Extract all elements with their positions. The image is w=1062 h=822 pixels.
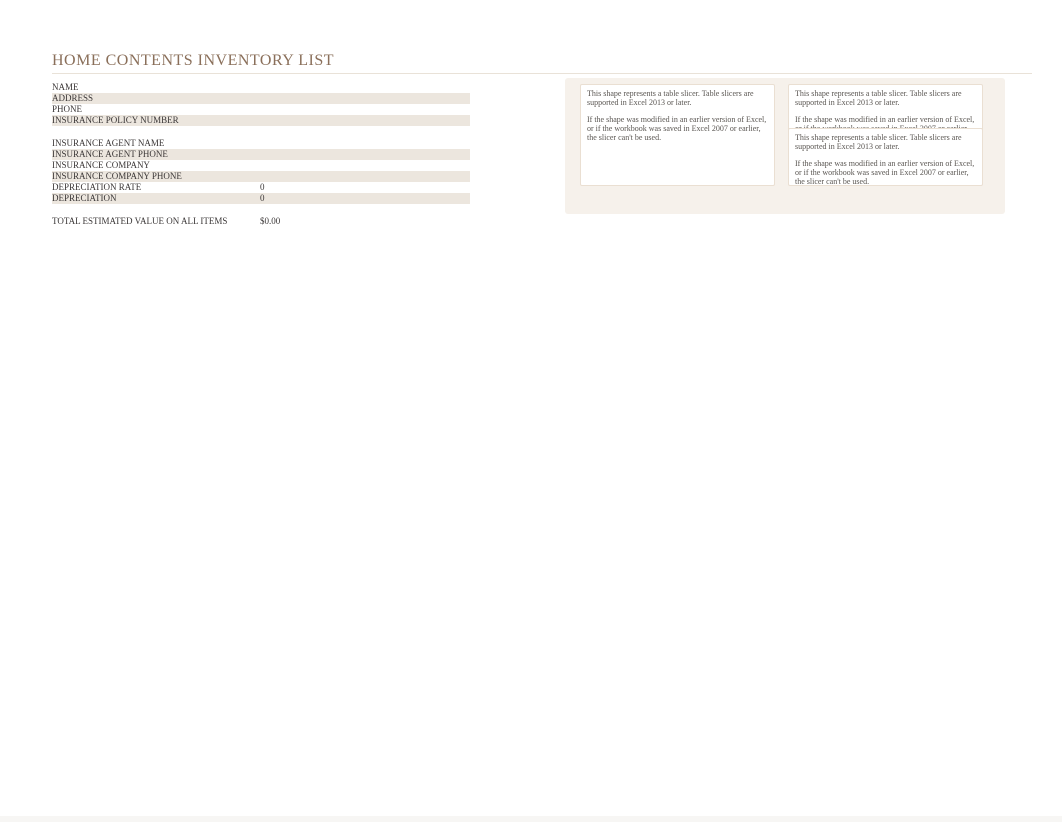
- table-row: DEPRECIATION 0: [52, 193, 470, 204]
- table-row: INSURANCE COMPANY PHONE: [52, 171, 470, 182]
- row-gap: [52, 126, 470, 138]
- title-underline: [52, 73, 1032, 74]
- table-row: INSURANCE AGENT NAME: [52, 138, 470, 149]
- row-label: DEPRECIATION: [52, 193, 260, 204]
- table-row: NAME: [52, 82, 470, 93]
- row-value: $0.00: [260, 216, 470, 227]
- row-label: NAME: [52, 82, 260, 93]
- row-gap: [52, 204, 470, 216]
- row-label: INSURANCE COMPANY: [52, 160, 260, 171]
- table-row: INSURANCE AGENT PHONE: [52, 149, 470, 160]
- row-label: DEPRECIATION RATE: [52, 182, 260, 193]
- footer-strip: [0, 816, 1062, 822]
- table-row: TOTAL ESTIMATED VALUE ON ALL ITEMS $0.00: [52, 216, 470, 227]
- info-table: NAME ADDRESS PHONE INSURANCE POLICY NUMB…: [52, 82, 470, 227]
- table-slicer-placeholder: This shape represents a table slicer. Ta…: [788, 128, 983, 186]
- page-title: HOME CONTENTS INVENTORY LIST: [52, 52, 334, 69]
- table-row: INSURANCE POLICY NUMBER: [52, 115, 470, 126]
- slicer-text: This shape represents a table slicer. Ta…: [587, 89, 768, 107]
- table-slicer-placeholder: This shape represents a table slicer. Ta…: [580, 84, 775, 186]
- table-row: ADDRESS: [52, 93, 470, 104]
- row-label: INSURANCE AGENT PHONE: [52, 149, 260, 160]
- page: HOME CONTENTS INVENTORY LIST NAME ADDRES…: [0, 0, 1062, 822]
- table-row: PHONE: [52, 104, 470, 115]
- slicer-text: If the shape was modified in an earlier …: [795, 159, 976, 186]
- row-label: INSURANCE AGENT NAME: [52, 138, 260, 149]
- slicer-area: This shape represents a table slicer. Ta…: [570, 78, 1000, 208]
- row-value: 0: [260, 182, 470, 193]
- slicer-text: This shape represents a table slicer. Ta…: [795, 89, 976, 107]
- row-label: TOTAL ESTIMATED VALUE ON ALL ITEMS: [52, 216, 260, 227]
- slicer-text: This shape represents a table slicer. Ta…: [795, 133, 976, 151]
- row-label: INSURANCE COMPANY PHONE: [52, 171, 260, 182]
- row-label: INSURANCE POLICY NUMBER: [52, 115, 260, 126]
- table-row: DEPRECIATION RATE 0: [52, 182, 470, 193]
- row-label: ADDRESS: [52, 93, 260, 104]
- row-label: PHONE: [52, 104, 260, 115]
- row-value: 0: [260, 193, 470, 204]
- table-row: INSURANCE COMPANY: [52, 160, 470, 171]
- slicer-text: If the shape was modified in an earlier …: [587, 115, 768, 142]
